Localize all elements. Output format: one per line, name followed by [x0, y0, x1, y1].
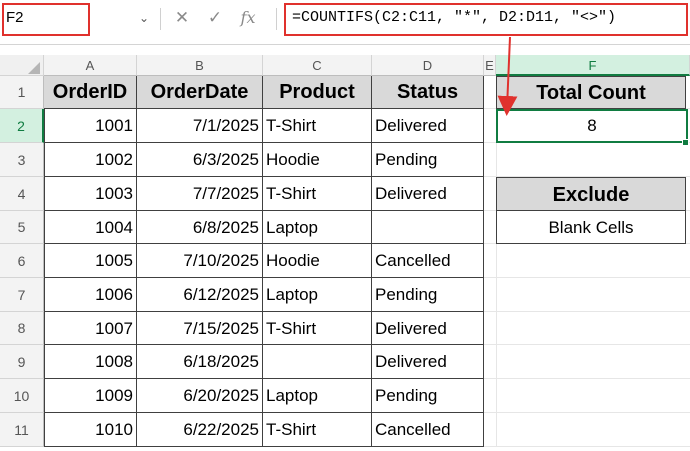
- table-cell[interactable]: 6/12/2025: [137, 278, 263, 312]
- grid-row-line: [484, 277, 690, 278]
- table-cell[interactable]: Cancelled: [372, 244, 484, 278]
- table-cell[interactable]: Laptop: [263, 379, 372, 413]
- grid-row-line: [484, 446, 690, 447]
- table-cell[interactable]: 1010: [44, 413, 137, 447]
- table-cell[interactable]: Pending: [372, 379, 484, 413]
- table-cell[interactable]: 1005: [44, 244, 137, 278]
- table-cell[interactable]: [263, 345, 372, 379]
- column-header-d[interactable]: D: [372, 55, 484, 76]
- table-header-orderid[interactable]: OrderID: [44, 76, 137, 109]
- table-cell[interactable]: 7/10/2025: [137, 244, 263, 278]
- exclude-label[interactable]: Exclude: [496, 177, 686, 211]
- table-cell[interactable]: 1004: [44, 211, 137, 244]
- column-header-e[interactable]: E: [484, 55, 496, 76]
- grid-row-line: [484, 378, 690, 379]
- row-header-7[interactable]: 7: [0, 278, 44, 312]
- table-cell[interactable]: Laptop: [263, 278, 372, 312]
- row-header-6[interactable]: 6: [0, 244, 44, 278]
- exclude-value[interactable]: Blank Cells: [496, 210, 686, 244]
- check-icon[interactable]: ✓: [204, 6, 226, 30]
- select-all-triangle-icon: [28, 62, 40, 74]
- row-header-9[interactable]: 9: [0, 345, 44, 379]
- table-cell[interactable]: T-Shirt: [263, 109, 372, 143]
- table-cell[interactable]: 6/22/2025: [137, 413, 263, 447]
- table-cell[interactable]: 1007: [44, 312, 137, 345]
- table-cell[interactable]: Cancelled: [372, 413, 484, 447]
- table-cell[interactable]: 7/1/2025: [137, 109, 263, 143]
- table-cell[interactable]: Delivered: [372, 109, 484, 143]
- table-cell[interactable]: 6/20/2025: [137, 379, 263, 413]
- table-header-orderdate[interactable]: OrderDate: [137, 76, 263, 109]
- table-header-status[interactable]: Status: [372, 76, 484, 109]
- chevron-down-icon[interactable]: ⌄: [134, 6, 154, 30]
- row-header-8[interactable]: 8: [0, 312, 44, 345]
- table-cell[interactable]: 6/18/2025: [137, 345, 263, 379]
- divider: [0, 44, 690, 45]
- table-cell[interactable]: T-Shirt: [263, 413, 372, 447]
- name-box-value: F2: [6, 9, 24, 26]
- row-header-4[interactable]: 4: [0, 177, 44, 211]
- column-header-c[interactable]: C: [263, 55, 372, 76]
- row-header-1[interactable]: 1: [0, 76, 44, 109]
- table-header-product[interactable]: Product: [263, 76, 372, 109]
- grid-row-line: [484, 412, 690, 413]
- table-cell[interactable]: 7/7/2025: [137, 177, 263, 211]
- table-cell[interactable]: Hoodie: [263, 244, 372, 278]
- grid-row-line: [484, 344, 690, 345]
- column-header-f[interactable]: F: [496, 55, 690, 76]
- column-header-a[interactable]: A: [44, 55, 137, 76]
- toolbar-divider: [160, 8, 161, 30]
- grid-row-line: [484, 311, 690, 312]
- total-count-label[interactable]: Total Count: [496, 76, 686, 109]
- insert-function-icon[interactable]: fx: [234, 6, 262, 30]
- row-header-10[interactable]: 10: [0, 379, 44, 413]
- table-cell[interactable]: 1006: [44, 278, 137, 312]
- column-header-b[interactable]: B: [137, 55, 263, 76]
- table-cell[interactable]: 1002: [44, 143, 137, 177]
- table-cell[interactable]: 7/15/2025: [137, 312, 263, 345]
- table-cell[interactable]: Hoodie: [263, 143, 372, 177]
- table-cell[interactable]: Delivered: [372, 345, 484, 379]
- formula-text: =COUNTIFS(C2:C11, "*", D2:D11, "<>"): [292, 9, 617, 26]
- table-cell[interactable]: 1008: [44, 345, 137, 379]
- row-header-11[interactable]: 11: [0, 413, 44, 447]
- table-cell[interactable]: Delivered: [372, 177, 484, 211]
- total-count-value[interactable]: 8: [496, 109, 688, 143]
- row-header-5[interactable]: 5: [0, 211, 44, 244]
- table-cell[interactable]: Pending: [372, 143, 484, 177]
- table-cell[interactable]: T-Shirt: [263, 177, 372, 211]
- table-cell[interactable]: Laptop: [263, 211, 372, 244]
- row-header-2[interactable]: 2: [0, 109, 44, 143]
- table-cell[interactable]: T-Shirt: [263, 312, 372, 345]
- table-cell[interactable]: 1003: [44, 177, 137, 211]
- table-cell[interactable]: [372, 211, 484, 244]
- fill-handle[interactable]: [682, 139, 689, 146]
- row-header-3[interactable]: 3: [0, 143, 44, 177]
- table-cell[interactable]: 6/8/2025: [137, 211, 263, 244]
- table-cell[interactable]: 6/3/2025: [137, 143, 263, 177]
- table-cell[interactable]: Pending: [372, 278, 484, 312]
- table-cell[interactable]: 1009: [44, 379, 137, 413]
- table-cell[interactable]: Delivered: [372, 312, 484, 345]
- toolbar-divider: [276, 8, 277, 30]
- table-cell[interactable]: 1001: [44, 109, 137, 143]
- cancel-icon[interactable]: ✕: [172, 6, 192, 30]
